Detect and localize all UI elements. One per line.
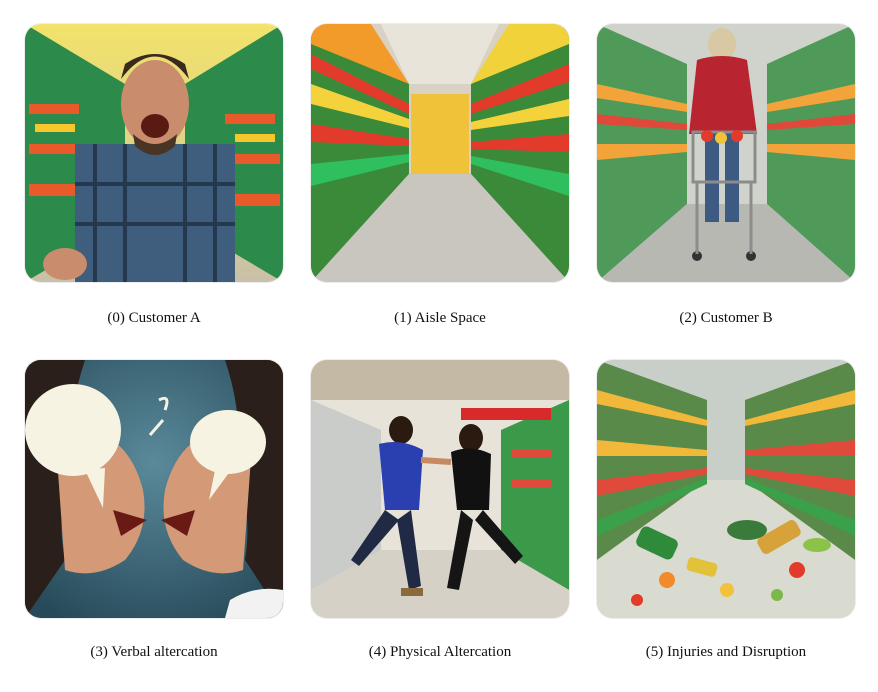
panel-2-image bbox=[597, 24, 855, 282]
panel-1: (1) Aisle Space bbox=[311, 24, 569, 326]
spilled-groceries-aisle-icon bbox=[597, 360, 855, 618]
panel-3-image bbox=[25, 360, 283, 618]
panel-3: (3) Verbal altercation bbox=[25, 360, 283, 660]
two-people-fighting-icon bbox=[311, 360, 569, 618]
panel-0-image bbox=[25, 24, 283, 282]
panel-5: (5) Injuries and Disruption bbox=[597, 360, 855, 660]
panel-1-image bbox=[311, 24, 569, 282]
woman-with-cart-icon bbox=[597, 24, 855, 282]
panel-0: (0) Customer A bbox=[25, 24, 283, 326]
storyboard-grid: (0) Customer A (1) Aisle Space (2) Custo… bbox=[0, 0, 878, 692]
two-faces-shouting-icon bbox=[25, 360, 283, 618]
panel-5-image bbox=[597, 360, 855, 618]
empty-grocery-aisle-icon bbox=[311, 24, 569, 282]
panel-0-caption: (0) Customer A bbox=[107, 310, 201, 326]
panel-4-caption: (4) Physical Altercation bbox=[368, 644, 512, 660]
panel-1-caption: (1) Aisle Space bbox=[394, 310, 486, 326]
panel-2-caption: (2) Customer B bbox=[679, 310, 773, 326]
panel-2: (2) Customer B bbox=[597, 24, 855, 326]
panel-4-image bbox=[311, 360, 569, 618]
panel-5-caption: (5) Injuries and Disruption bbox=[645, 644, 807, 660]
panel-3-caption: (3) Verbal altercation bbox=[90, 644, 218, 660]
angry-man-in-aisle-icon bbox=[25, 24, 283, 282]
panel-4: (4) Physical Altercation bbox=[311, 360, 569, 660]
